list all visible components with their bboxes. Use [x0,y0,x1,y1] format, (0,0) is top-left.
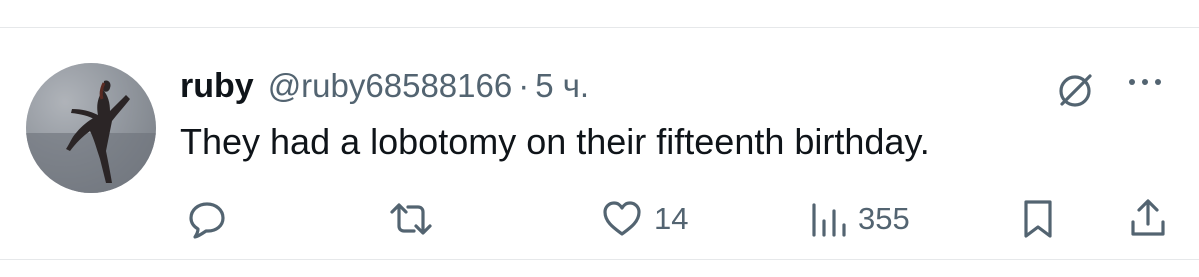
user-handle[interactable]: @ruby68588166 [268,67,513,105]
tweet-timestamp[interactable]: 5 ч. [535,67,589,105]
upload-arrow-icon [1131,199,1165,236]
top-divider [0,27,1199,28]
grok-slash-circle-icon [1059,74,1092,107]
header-separator: · [518,67,530,104]
repost-button[interactable] [386,194,436,244]
bar-chart-icon [812,203,846,237]
tweet-header: ruby @ruby68588166 · 5 ч. [180,64,589,108]
bottom-divider [0,259,1199,260]
repost-arrows-icon [390,203,432,235]
three-dots-icon [1129,79,1161,85]
share-button[interactable] [1126,194,1170,244]
reply-button[interactable] [184,194,230,244]
like-button[interactable]: 14 [600,194,688,244]
views-count: 355 [858,201,910,236]
avatar[interactable] [26,63,156,193]
like-count: 14 [654,201,689,236]
bookmark-icon [1024,200,1052,238]
heart-icon [603,201,641,236]
avatar-photo-icon [26,63,156,193]
bookmark-button[interactable] [1018,194,1058,244]
grok-button[interactable] [1052,66,1100,114]
display-name[interactable]: ruby [180,67,254,106]
views-button[interactable]: 355 [808,194,910,244]
speech-bubble-icon [189,202,225,239]
tweet-text: They had a lobotomy on their fifteenth b… [180,121,930,162]
more-options-button[interactable] [1120,66,1170,106]
